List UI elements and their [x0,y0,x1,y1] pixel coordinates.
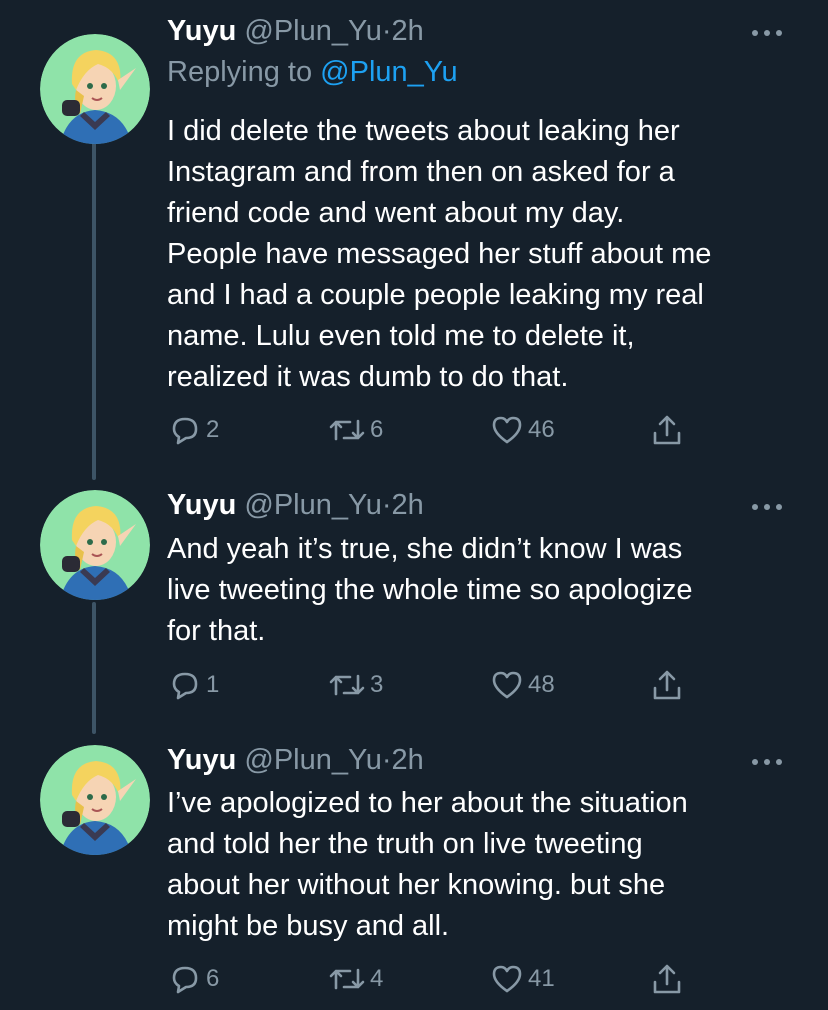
retweet-count: 3 [370,671,384,698]
tweet-text-line: People have messaged her stuff about me [167,238,712,270]
tweet-text-line: and I had a couple people leaking my rea… [167,279,704,311]
tweet-text-line: And yeah it’s true, she didn’t know I wa… [167,533,683,565]
retweet-count: 4 [370,965,384,992]
replying-to: Replying to @Plun_Yu [167,55,458,89]
tweet-text-line: about her without her knowing. but she [167,869,666,901]
tweet[interactable]: Yuyu @Plun_Yu·2h Replying to @Plun_Yu I … [0,14,828,454]
display-name[interactable]: Yuyu [167,15,236,47]
display-name[interactable]: Yuyu [167,744,236,776]
tweet-text-line: friend code and went about my day. [167,197,625,229]
tweet-text-line: name. Lulu even told me to delete it, [167,320,635,352]
separator-dot: · [381,15,392,47]
heart-icon [492,965,522,993]
replying-to-label: Replying to [167,56,321,88]
reply-count: 6 [206,965,220,992]
heart-icon [492,416,522,444]
tweet-actions: 1 3 48 [0,665,828,705]
retweet-button[interactable]: 4 [328,959,383,999]
retweet-count: 6 [370,416,384,443]
tweet-text-line: for that. [167,615,266,647]
tweet-text: I did delete the tweets about leaking he… [167,111,792,398]
like-button[interactable]: 48 [490,665,555,705]
tweet[interactable]: Yuyu @Plun_Yu·2h I’ve apologized to her … [0,743,828,1003]
like-button[interactable]: 41 [490,959,555,999]
tweet-actions: 6 4 41 [0,959,828,999]
tweet-text-line: I did delete the tweets about leaking he… [167,115,680,147]
tweet-header: Yuyu @Plun_Yu·2h [167,743,424,777]
share-icon [653,670,681,700]
reply-button[interactable]: 2 [168,410,219,450]
share-button[interactable] [651,959,683,999]
user-handle[interactable]: @Plun_Yu [244,489,381,521]
display-name[interactable]: Yuyu [167,489,236,521]
reply-count: 2 [206,416,220,443]
tweet-text-line: and told her the truth on live tweeting [167,828,643,860]
retweet-button[interactable]: 3 [328,665,383,705]
tweet-actions: 2 6 46 [0,410,828,450]
avatar[interactable] [40,490,150,600]
tweet[interactable]: Yuyu @Plun_Yu·2h And yeah it’s true, she… [0,488,828,718]
timestamp[interactable]: 2h [392,744,424,776]
user-handle[interactable]: @Plun_Yu [244,15,381,47]
separator-dot: · [381,489,392,521]
avatar[interactable] [40,745,150,855]
reply-mention-link[interactable]: @Plun_Yu [320,56,457,88]
retweet-icon [329,419,365,441]
reply-count: 1 [206,671,220,698]
share-icon [653,964,681,994]
more-icon[interactable] [752,502,784,512]
reply-icon [172,417,198,445]
tweet-text-line: might be busy and all. [167,910,450,942]
user-handle[interactable]: @Plun_Yu [244,744,381,776]
share-icon [653,415,681,445]
retweet-icon [329,674,365,696]
tweet-text-line: live tweeting the whole time so apologiz… [167,574,693,606]
avatar[interactable] [40,34,150,144]
more-icon[interactable] [752,28,784,38]
tweet-text: And yeah it’s true, she didn’t know I wa… [167,529,792,652]
retweet-icon [329,968,365,990]
like-count: 48 [528,671,555,698]
reply-button[interactable]: 6 [168,959,219,999]
separator-dot: · [381,744,392,776]
like-count: 46 [528,416,555,443]
like-button[interactable]: 46 [490,410,555,450]
tweet-text-line: Instagram and from then on asked for a [167,156,675,188]
retweet-button[interactable]: 6 [328,410,383,450]
more-icon[interactable] [752,757,784,767]
reply-icon [172,672,198,700]
reply-icon [172,966,198,994]
tweet-header: Yuyu @Plun_Yu·2h [167,488,424,522]
timestamp[interactable]: 2h [392,15,424,47]
heart-icon [492,671,522,699]
reply-button[interactable]: 1 [168,665,219,705]
tweet-header: Yuyu @Plun_Yu·2h [167,14,424,48]
share-button[interactable] [651,665,683,705]
tweet-text: I’ve apologized to her about the situati… [167,783,792,947]
like-count: 41 [528,965,555,992]
share-button[interactable] [651,410,683,450]
timestamp[interactable]: 2h [392,489,424,521]
tweet-text-line: I’ve apologized to her about the situati… [167,787,688,819]
tweet-text-line: realized it was dumb to do that. [167,361,569,393]
